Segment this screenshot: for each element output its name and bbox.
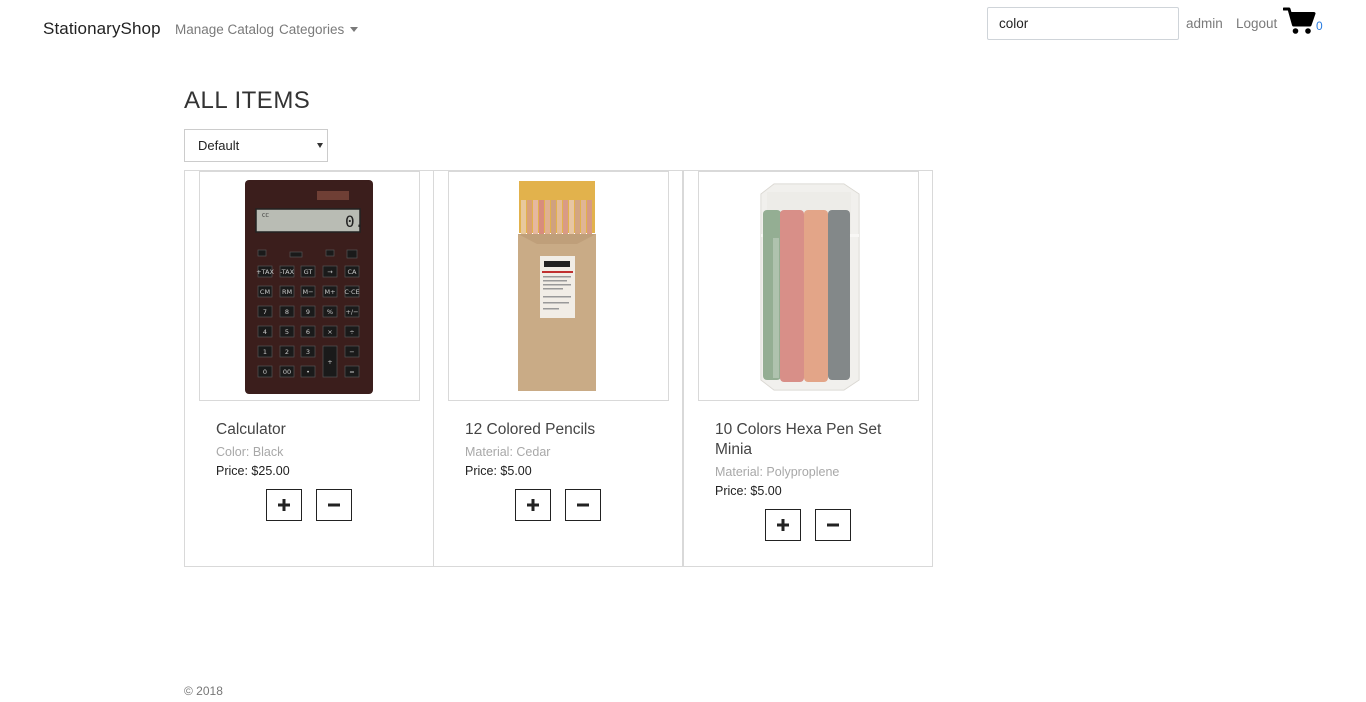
svg-text:×: × — [327, 328, 332, 336]
minus-icon — [328, 503, 340, 507]
svg-text:2: 2 — [285, 348, 289, 356]
remove-from-cart-button[interactable] — [815, 509, 851, 541]
product-card: CC 0. +TAX -TAX GT → CA CM RM M− M+ C·CE 7 8 9% +/−… — [184, 170, 434, 567]
plus-icon — [527, 499, 539, 511]
svg-text:4: 4 — [263, 328, 267, 336]
hexa-pen-set-image[interactable] — [698, 171, 919, 401]
svg-text:→: → — [327, 268, 333, 276]
add-to-cart-button[interactable] — [515, 489, 551, 521]
footer-copyright: © 2018 — [184, 684, 223, 698]
svg-text:7: 7 — [263, 308, 267, 316]
product-name[interactable]: 12 Colored Pencils — [465, 420, 645, 440]
svg-text:0: 0 — [263, 368, 267, 376]
plus-icon — [777, 519, 789, 531]
product-card: 10 Colors Hexa Pen Set Minia Material: P… — [683, 170, 933, 567]
svg-text:00: 00 — [283, 368, 291, 376]
minus-icon — [827, 523, 839, 527]
colored-pencils-image[interactable] — [448, 171, 669, 401]
cart-count-badge[interactable]: 0 — [1316, 19, 1323, 33]
shopping-cart-icon[interactable] — [1282, 6, 1317, 36]
svg-text:1: 1 — [263, 348, 267, 356]
sort-select[interactable]: Default — [184, 129, 328, 162]
svg-text:%: % — [327, 308, 333, 316]
svg-text:CM: CM — [260, 288, 270, 296]
svg-text:0.: 0. — [345, 212, 364, 231]
nav-categories-dropdown[interactable]: Categories — [279, 22, 359, 37]
product-price: Price: $5.00 — [465, 464, 532, 478]
svg-text:6: 6 — [306, 328, 310, 336]
svg-text:9: 9 — [306, 308, 310, 316]
product-attribute: Color: Black — [216, 445, 284, 459]
sort-selected-value: Default — [198, 138, 240, 153]
add-to-cart-button[interactable] — [266, 489, 302, 521]
remove-from-cart-button[interactable] — [316, 489, 352, 521]
nav-admin[interactable]: admin — [1186, 16, 1223, 31]
svg-text:CA: CA — [348, 268, 358, 276]
svg-text:M+: M+ — [324, 288, 335, 296]
calculator-image[interactable]: CC 0. +TAX -TAX GT → CA CM RM M− M+ C·CE 7 8 9% +/−… — [199, 171, 420, 401]
nav-manage-catalog[interactable]: Manage Catalog — [175, 22, 274, 37]
product-attribute: Material: Polyproplene — [715, 465, 840, 479]
svg-text:C·CE: C·CE — [344, 288, 359, 296]
minus-icon — [577, 503, 589, 507]
caret-down-icon — [350, 27, 359, 32]
product-price: Price: $25.00 — [216, 464, 290, 478]
product-price: Price: $5.00 — [715, 484, 782, 498]
svg-text:•: • — [306, 368, 310, 376]
svg-text:+: + — [327, 358, 332, 366]
svg-text:CC: CC — [262, 213, 269, 219]
navbar: StationaryShop Manage Catalog Categories… — [0, 0, 1366, 60]
svg-text:-TAX: -TAX — [280, 268, 295, 276]
svg-text:=: = — [349, 368, 354, 376]
product-name[interactable]: 10 Colors Hexa Pen Set Minia — [715, 420, 895, 460]
product-attribute: Material: Cedar — [465, 445, 551, 459]
nav-logout[interactable]: Logout — [1236, 16, 1277, 31]
add-to-cart-button[interactable] — [765, 509, 801, 541]
svg-text:÷: ÷ — [349, 328, 354, 336]
product-name[interactable]: Calculator — [216, 420, 396, 440]
product-grid: CC 0. +TAX -TAX GT → CA CM RM M− M+ C·CE 7 8 9% +/−… — [184, 170, 933, 567]
svg-text:M−: M− — [302, 288, 313, 296]
remove-from-cart-button[interactable] — [565, 489, 601, 521]
page-title: ALL ITEMS — [184, 87, 311, 114]
svg-text:+/−: +/− — [345, 308, 358, 316]
svg-text:GT: GT — [304, 268, 313, 276]
svg-text:3: 3 — [306, 348, 310, 356]
svg-text:RM: RM — [282, 288, 292, 296]
nav-categories-label: Categories — [279, 22, 345, 37]
plus-icon — [278, 499, 290, 511]
brand-logo[interactable]: StationaryShop — [43, 19, 161, 39]
select-arrow-icon — [317, 143, 323, 148]
svg-text:−: − — [349, 348, 354, 356]
svg-text:5: 5 — [285, 328, 289, 336]
svg-text:+TAX: +TAX — [256, 268, 274, 276]
search-input[interactable] — [987, 7, 1179, 40]
product-card: 12 Colored Pencils Material: Cedar Price… — [433, 170, 683, 567]
svg-text:8: 8 — [285, 308, 289, 316]
